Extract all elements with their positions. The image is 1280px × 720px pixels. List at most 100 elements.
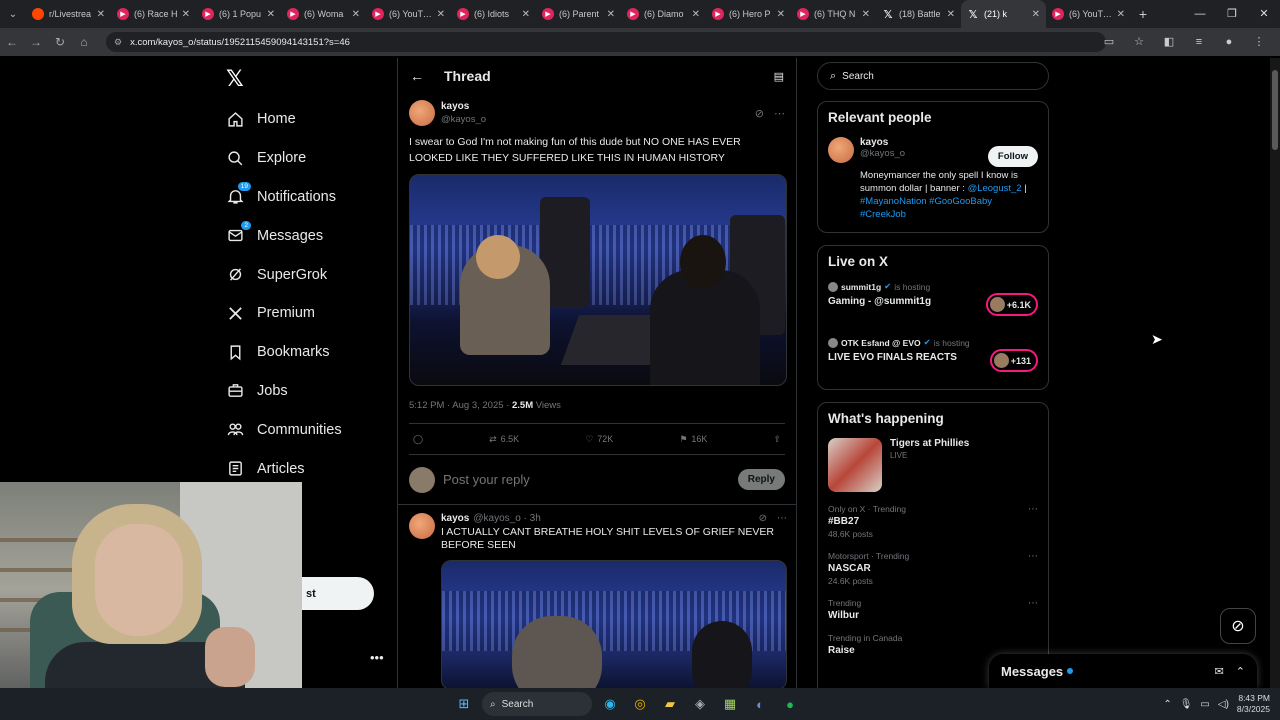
site-info-icon[interactable]: ⚙ — [114, 37, 122, 48]
scrollbar-thumb[interactable] — [1272, 70, 1278, 150]
new-message-icon[interactable]: ✉ — [1215, 665, 1224, 678]
featured-event[interactable]: Tigers at Phillies LIVE — [828, 438, 1038, 492]
browser-tab[interactable]: ▶ (6) THQ N ✕ — [791, 0, 876, 28]
reply-action[interactable]: ◯ — [413, 434, 423, 445]
more-icon[interactable]: ⋯ — [777, 513, 787, 524]
browser-tab[interactable]: ▶ (6) YouTub ✕ — [366, 0, 451, 28]
share-action[interactable]: ⇧ — [773, 434, 781, 445]
tab-search-icon[interactable]: ⌄ — [0, 0, 26, 28]
post-button[interactable]: st — [302, 577, 374, 610]
folder-icon[interactable]: ▰ — [658, 692, 682, 716]
media-icon[interactable]: ≡ — [1184, 32, 1214, 52]
nav-supergrok[interactable]: SuperGrok — [226, 255, 342, 294]
post-media[interactable] — [409, 174, 787, 386]
close-tab-icon[interactable]: ✕ — [1032, 9, 1040, 20]
close-tab-icon[interactable]: ✕ — [777, 9, 785, 20]
tray-chevron-icon[interactable]: ⌃ — [1163, 699, 1171, 710]
close-tab-icon[interactable]: ✕ — [97, 9, 105, 20]
chrome-icon[interactable]: ◎ — [628, 692, 652, 716]
grok-button[interactable]: ⊘ — [1220, 608, 1256, 644]
nav-home[interactable]: Home — [226, 100, 342, 139]
spotify-icon[interactable]: ● — [778, 692, 802, 716]
author-name[interactable]: kayos — [441, 513, 469, 524]
browser-tab[interactable]: ▶ (6) YouTub ✕ — [1046, 0, 1131, 28]
close-tab-icon[interactable]: ✕ — [1117, 9, 1125, 20]
post-media[interactable] — [441, 560, 787, 688]
minimize-icon[interactable]: — — [1184, 0, 1216, 28]
page-scrollbar[interactable] — [1270, 58, 1280, 688]
expand-icon[interactable]: ⌃ — [1236, 665, 1245, 678]
live-item[interactable]: summit1g ✔ is hosting Gaming - @summit1g +… — [828, 281, 1038, 325]
bio-hashtags[interactable]: #MayanoNation #GooGooBaby #CreekJob — [860, 196, 992, 220]
browser-tab[interactable]: ▶ (6) Woma ✕ — [281, 0, 366, 28]
close-tab-icon[interactable]: ✕ — [947, 9, 955, 20]
home-icon[interactable]: ⌂ — [72, 35, 96, 49]
live-item[interactable]: OTK Esfand @ EVO ✔ is hosting LIVE EVO FIN… — [828, 337, 1038, 381]
browser-tab[interactable]: 𝕏 (18) Battle ✕ — [876, 0, 961, 28]
browser-tab[interactable]: ▶ (6) Parent ✕ — [536, 0, 621, 28]
microphone-icon[interactable]: 🎙 — [1180, 699, 1193, 710]
clock[interactable]: 8:43 PM 8/3/2025 — [1237, 693, 1270, 715]
app-icon[interactable]: ◈ — [688, 692, 712, 716]
reply-post[interactable]: kayos @kayos_o · 3h ⊘ ⋯ I ACTUALLY CANT B… — [398, 505, 796, 688]
volume-icon[interactable]: ◁) — [1218, 699, 1229, 710]
network-icon[interactable]: ▭ — [1200, 699, 1209, 710]
trend-item[interactable]: Only on X · Trending #BB27 48.6K posts ⋯ — [828, 504, 1038, 539]
reply-input[interactable]: Post your reply — [443, 472, 530, 487]
edge-icon[interactable]: ◉ — [598, 692, 622, 716]
nav-premium[interactable]: Premium — [226, 294, 342, 333]
follow-button[interactable]: Follow — [987, 146, 1038, 167]
bio-mention-link[interactable]: @Leogust_2 — [968, 183, 1022, 194]
post-time[interactable]: 5:12 PM · Aug 3, 2025 · — [409, 400, 512, 411]
close-tab-icon[interactable]: ✕ — [692, 9, 700, 20]
nav-messages[interactable]: 2 Messages — [226, 216, 342, 255]
close-window-icon[interactable]: ✕ — [1248, 0, 1280, 28]
new-tab-button[interactable]: + — [1131, 6, 1155, 22]
reply-button[interactable]: Reply — [737, 469, 785, 490]
grok-icon[interactable]: ⊘ — [759, 513, 767, 524]
close-tab-icon[interactable]: ✕ — [437, 9, 445, 20]
url-input[interactable]: ⚙ x.com/kayos_o/status/19521154590941431… — [106, 32, 1106, 52]
browser-tab-active[interactable]: 𝕏 (21) k ✕ — [961, 0, 1046, 28]
profile-avatar[interactable]: ● — [1214, 32, 1244, 52]
browser-tab[interactable]: r/Livestrea ✕ — [26, 0, 111, 28]
browser-tab[interactable]: ▶ (6) 1 Popu ✕ — [196, 0, 281, 28]
cast-icon[interactable]: ▭ — [1094, 32, 1124, 52]
app-icon[interactable]: ▦ — [718, 692, 742, 716]
back-arrow-icon[interactable]: ← — [410, 68, 424, 84]
close-tab-icon[interactable]: ✕ — [182, 9, 190, 20]
reader-mode-icon[interactable]: ▤ — [774, 70, 784, 83]
repost-action[interactable]: ⇄ 6.5K — [489, 434, 519, 445]
avatar[interactable] — [409, 513, 435, 539]
account-more-icon[interactable]: ••• — [370, 650, 384, 665]
star-icon[interactable]: ☆ — [1124, 32, 1154, 52]
nav-explore[interactable]: Explore — [226, 139, 342, 178]
search-input[interactable]: ⌕ Search — [817, 62, 1049, 90]
avatar[interactable] — [409, 100, 435, 126]
more-icon[interactable]: ⋯ — [1028, 598, 1038, 609]
trend-item[interactable]: Motorsport · Trending NASCAR 24.6K posts… — [828, 551, 1038, 586]
extensions-icon[interactable]: ◧ — [1154, 32, 1184, 52]
browser-tab[interactable]: ▶ (6) Diamo ✕ — [621, 0, 706, 28]
like-action[interactable]: ♡ 72K — [585, 434, 613, 445]
browser-tab[interactable]: ▶ (6) Idiots ✕ — [451, 0, 536, 28]
grok-icon[interactable]: ⊘ — [755, 107, 764, 120]
x-logo[interactable]: 𝕏 — [226, 66, 244, 92]
close-tab-icon[interactable]: ✕ — [267, 9, 275, 20]
browser-tab[interactable]: ▶ (6) Race H ✕ — [111, 0, 196, 28]
bookmark-action[interactable]: ⚑ 16K — [679, 434, 707, 445]
more-icon[interactable]: ⋯ — [774, 107, 785, 120]
forward-icon[interactable]: → — [24, 35, 48, 49]
trend-item[interactable]: Trending Wilbur ⋯ — [828, 598, 1038, 621]
maximize-icon[interactable]: ❐ — [1216, 0, 1248, 28]
more-icon[interactable]: ⋯ — [1028, 551, 1038, 562]
nav-jobs[interactable]: Jobs — [226, 372, 342, 411]
nav-bookmarks[interactable]: Bookmarks — [226, 333, 342, 372]
nav-notifications[interactable]: 19 Notifications — [226, 178, 342, 217]
nav-communities[interactable]: Communities — [226, 410, 342, 449]
more-icon[interactable]: ⋯ — [1028, 504, 1038, 515]
close-tab-icon[interactable]: ✕ — [352, 9, 360, 20]
back-icon[interactable]: ← — [0, 35, 24, 49]
menu-icon[interactable]: ⋮ — [1244, 32, 1274, 52]
taskbar-search[interactable]: ⌕ Search — [482, 692, 592, 716]
